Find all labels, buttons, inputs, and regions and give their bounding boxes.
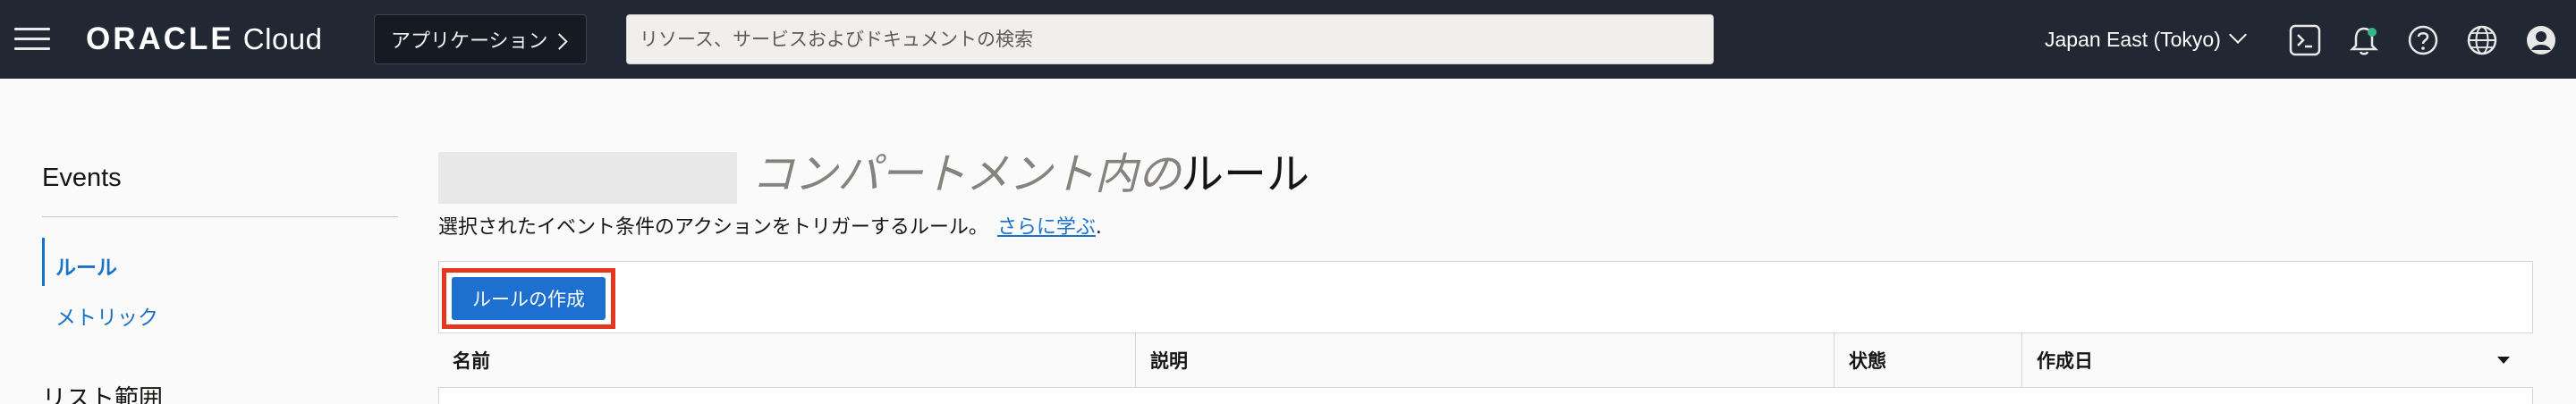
create-rule-button[interactable]: ルールの作成 [452, 277, 606, 320]
list-scope-heading: リスト範囲 [42, 385, 163, 404]
page-title-main: ルール [1181, 149, 1310, 199]
user-profile-icon[interactable] [2524, 23, 2558, 57]
compartment-name-placeholder [438, 152, 737, 204]
sidebar-title: Events [42, 164, 122, 192]
applications-button[interactable]: アプリケーション [374, 14, 587, 64]
sidebar-active-indicator [42, 238, 45, 286]
menu-icon[interactable] [14, 28, 50, 51]
page-description-text: 選択されたイベント条件のアクションをトリガーするルール。 [438, 216, 988, 239]
brand-cloud-text: Cloud [242, 22, 323, 55]
help-icon[interactable] [2406, 23, 2440, 57]
column-header-state[interactable]: 状態 [1835, 333, 2022, 387]
sidebar-divider [42, 216, 398, 217]
top-navigation-bar: ORACLE Cloud アプリケーション Japan East (Tokyo) [0, 0, 2576, 79]
chevron-down-icon [2228, 26, 2247, 44]
column-header-description[interactable]: 説明 [1136, 333, 1835, 387]
page-title: コンパートメント内のルール [751, 147, 1309, 201]
page-title-prefix: コンパートメント内の [751, 149, 1182, 199]
learn-more-link[interactable]: さらに学ぶ [997, 216, 1096, 239]
column-header-created-label: 作成日 [2037, 350, 2093, 372]
table-header-row: 名前 説明 状態 作成日 [438, 332, 2533, 388]
learn-more-suffix: . [1095, 216, 1102, 239]
chevron-right-icon [550, 32, 568, 50]
brand-oracle-text: ORACLE [86, 21, 234, 56]
region-selector[interactable]: Japan East (Tokyo) [2045, 23, 2247, 55]
oracle-cloud-logo[interactable]: ORACLE Cloud [86, 20, 323, 59]
cloud-shell-icon[interactable] [2288, 23, 2322, 57]
column-header-name[interactable]: 名前 [438, 333, 1136, 387]
globe-icon[interactable] [2465, 23, 2499, 57]
sidebar-item-metrics[interactable]: メトリック [55, 300, 158, 331]
sort-descending-icon[interactable] [2497, 357, 2510, 364]
bell-icon[interactable] [2347, 23, 2381, 57]
applications-label: アプリケーション [391, 30, 548, 53]
search-input[interactable] [626, 14, 1714, 64]
page-description: 選択されたイベント条件のアクションをトリガーするルール。 さらに学ぶ. [438, 211, 1102, 240]
region-label: Japan East (Tokyo) [2045, 27, 2221, 51]
column-header-created[interactable]: 作成日 [2022, 333, 2533, 387]
sidebar-item-rules[interactable]: ルール [55, 250, 117, 281]
